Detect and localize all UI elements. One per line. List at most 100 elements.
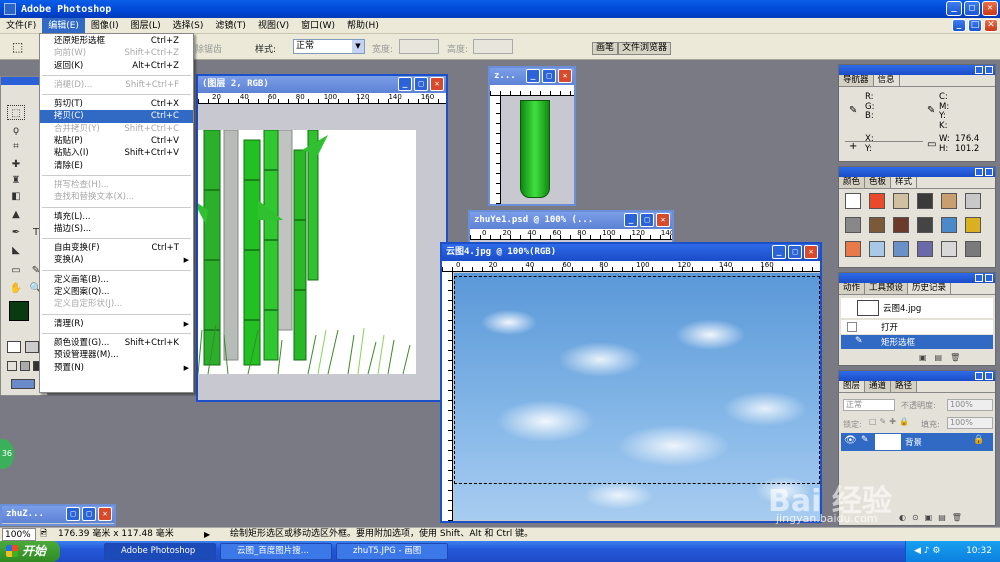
style-swatch[interactable]	[869, 193, 885, 209]
foreground-color[interactable]	[9, 301, 29, 321]
doc-close-button[interactable]: ✕	[984, 19, 998, 32]
style-swatch[interactable]	[869, 217, 885, 233]
minimize-icon[interactable]: _	[772, 245, 786, 259]
lasso-tool-icon[interactable]: ϙ	[7, 123, 25, 138]
tab-info[interactable]: 信息	[873, 75, 900, 86]
edit-menu-item[interactable]: 清除(E)	[40, 160, 193, 172]
blur-tool-icon[interactable]: ▲	[7, 207, 25, 222]
close-icon[interactable]: ✕	[558, 69, 572, 83]
edit-menu-item[interactable]: 自由变换(F) Ctrl+T	[40, 242, 193, 254]
menu-layer[interactable]: 图层(L)	[125, 18, 167, 34]
crop-tool-icon[interactable]: ⌗	[7, 139, 25, 154]
maximize-icon[interactable]: □	[414, 77, 428, 91]
marquee-tool-icon[interactable]: ⬚	[7, 105, 25, 120]
tab-layers[interactable]: 图层	[839, 381, 866, 392]
style-swatch[interactable]	[941, 193, 957, 209]
menu-filter[interactable]: 滤镜(T)	[209, 18, 252, 34]
edit-menu-item[interactable]: 预置(N) ▶	[40, 362, 193, 374]
panel-minimize-icon[interactable]	[975, 66, 983, 74]
width-input[interactable]	[399, 39, 439, 54]
history-item-active[interactable]: ✎ 矩形选框	[841, 335, 993, 349]
minimize-button[interactable]: _	[946, 1, 962, 16]
menu-help[interactable]: 帮助(H)	[341, 18, 385, 34]
panel-minimize-icon[interactable]	[975, 372, 983, 380]
edit-menu-item[interactable]: 描边(S)...	[40, 223, 193, 235]
panel-close-icon[interactable]	[985, 274, 993, 282]
standard-mode-icon[interactable]	[7, 341, 21, 353]
maximize-icon[interactable]: □	[542, 69, 556, 83]
doc-info-icon[interactable]: 🖻	[40, 528, 47, 541]
height-input[interactable]	[473, 39, 513, 54]
style-swatch[interactable]	[917, 241, 933, 257]
taskbar-item-browser[interactable]: 云图_百度图片搜...	[220, 543, 332, 560]
stamp-tool-icon[interactable]: ♜	[7, 173, 25, 188]
tab-styles[interactable]: 样式	[891, 177, 918, 188]
style-swatch[interactable]	[893, 217, 909, 233]
screen-mode-2-icon[interactable]	[20, 361, 30, 371]
tab-swatches[interactable]: 色板	[865, 177, 892, 188]
edit-menu-item[interactable]: 颜色设置(G)... Shift+Ctrl+K	[40, 337, 193, 349]
edit-menu-item[interactable]: 预设管理器(M)...	[40, 349, 193, 361]
shape-tool-icon[interactable]: ◣	[7, 243, 25, 258]
menu-window[interactable]: 窗口(W)	[295, 18, 341, 34]
close-button[interactable]: ✕	[982, 1, 998, 16]
edit-menu-item[interactable]: 剪切(T) Ctrl+X	[40, 98, 193, 110]
style-swatch[interactable]	[965, 193, 981, 209]
layer-footer-icons[interactable]: ◐⊙▣▤🗑	[899, 513, 968, 522]
tab-history[interactable]: 历史记录	[908, 283, 952, 294]
marquee-preset-icon[interactable]: ⬚	[12, 40, 23, 54]
doc-window-layer2[interactable]: (图层 2, RGB) _ □ ✕ 20 40 60 80 100 120 140 160	[196, 74, 448, 402]
edit-menu-item[interactable]: 填充(L)...	[40, 211, 193, 223]
style-swatch[interactable]	[893, 193, 909, 209]
history-snapshot[interactable]: 云图4.jpg	[841, 298, 993, 318]
eye-icon[interactable]: 👁	[844, 435, 857, 446]
edit-menu-item[interactable]: 还原矩形选框 Ctrl+Z	[40, 35, 193, 47]
doc-window-zhuye[interactable]: zhuYe1.psd @ 100% (... _ □ ✕ 0 20 40 60 80 10…	[468, 210, 674, 246]
panel-minimize-icon[interactable]	[975, 274, 983, 282]
style-swatch[interactable]	[869, 241, 885, 257]
eraser-tool-icon[interactable]: ◧	[7, 189, 25, 204]
arrow-right-icon[interactable]: ▶	[204, 528, 210, 541]
style-swatch[interactable]	[893, 241, 909, 257]
doc-minimize-button[interactable]: _	[952, 19, 966, 32]
start-button[interactable]: 开始	[0, 541, 60, 562]
menu-select[interactable]: 选择(S)	[167, 18, 210, 34]
canvas-bamboo[interactable]	[198, 130, 416, 374]
tab-file-browser[interactable]: 文件浏览器	[618, 42, 672, 55]
pen-tool-icon[interactable]: ✒	[7, 225, 25, 240]
history-footer-icons[interactable]: ▣▤🗑	[919, 353, 968, 362]
minimize-icon[interactable]: _	[398, 77, 412, 91]
panel-close-icon[interactable]	[985, 168, 993, 176]
menu-file[interactable]: 文件(F)	[0, 18, 42, 34]
style-select[interactable]: 正常 ▼	[293, 39, 365, 54]
close-icon[interactable]: ✕	[98, 507, 112, 521]
blend-mode-select[interactable]: 正常	[843, 399, 895, 411]
minimize-icon[interactable]: _	[624, 213, 638, 227]
edit-menu-item[interactable]: 变换(A) ▶	[40, 254, 193, 266]
tray-icons[interactable]: ◀ ♪ ⚙	[914, 541, 940, 562]
screen-mode-1-icon[interactable]	[7, 361, 17, 371]
opacity-input[interactable]: 100%	[947, 399, 993, 411]
tab-paths[interactable]: 路径	[891, 381, 918, 392]
edit-menu-item[interactable]: 粘贴(P) Ctrl+V	[40, 135, 193, 147]
doc-window-minimized[interactable]: zhuZ... □ □ ✕	[0, 504, 116, 526]
tab-actions[interactable]: 动作	[839, 283, 866, 294]
taskbar-item-photoshop[interactable]: Adobe Photoshop	[104, 543, 216, 560]
doc-window-yuntu[interactable]: 云图4.jpg @ 100%(RGB) _ □ ✕ 0 20 40 60 80 100 12…	[440, 242, 822, 523]
style-swatch[interactable]	[845, 217, 861, 233]
doc-window-small[interactable]: z... _ □ ✕	[488, 66, 576, 206]
close-icon[interactable]: ✕	[430, 77, 444, 91]
maximize-icon[interactable]: □	[82, 507, 96, 521]
panel-close-icon[interactable]	[985, 372, 993, 380]
edit-menu-item[interactable]: 拷贝(C) Ctrl+C	[40, 110, 193, 123]
history-source-checkbox[interactable]	[847, 322, 857, 332]
edit-menu-item[interactable]: 粘贴入(I) Shift+Ctrl+V	[40, 147, 193, 159]
panel-minimize-icon[interactable]	[975, 168, 983, 176]
style-swatch[interactable]	[965, 241, 981, 257]
menu-image[interactable]: 图像(I)	[85, 18, 125, 34]
close-icon[interactable]: ✕	[804, 245, 818, 259]
lock-icons[interactable]: □✎✚🔒	[869, 417, 912, 426]
edit-menu-item[interactable]: 返回(K) Alt+Ctrl+Z	[40, 60, 193, 72]
tab-navigator[interactable]: 导航器	[839, 75, 874, 86]
style-swatch[interactable]	[917, 217, 933, 233]
